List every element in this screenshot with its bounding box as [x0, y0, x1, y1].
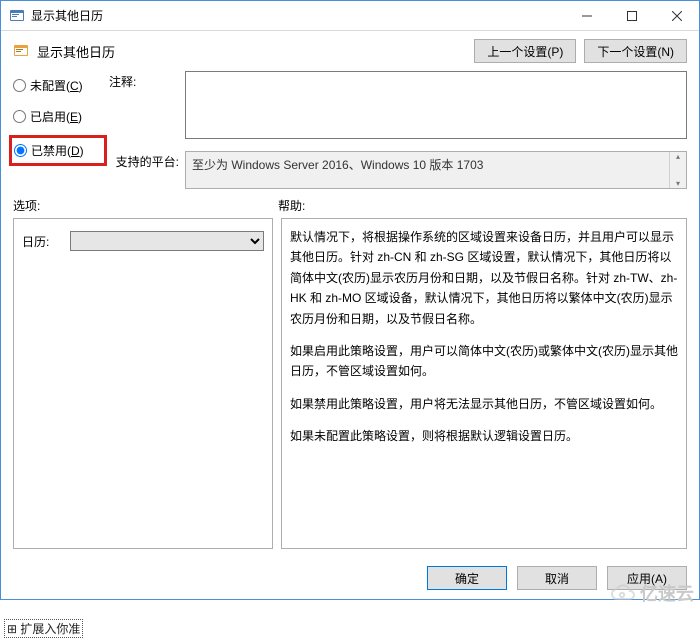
help-paragraph-1: 默认情况下，将根据操作系统的区域设置来设备日历，并且用户可以显示其他日历。针对 …: [290, 227, 678, 329]
policy-icon: [13, 43, 29, 59]
next-setting-button[interactable]: 下一个设置(N): [584, 39, 687, 63]
disabled-highlight-box: 已禁用(D): [9, 135, 107, 166]
radio-enabled-input[interactable]: [13, 110, 26, 123]
mid-labels: 选项: 帮助:: [1, 197, 699, 218]
titlebar: 显示其他日历: [1, 1, 699, 31]
apply-button[interactable]: 应用(A): [607, 566, 687, 590]
radio-enabled-label: 已启用(E): [30, 108, 82, 125]
state-radio-group: 未配置(C) 已启用(E) 已禁用(D): [13, 71, 105, 189]
calendar-option-row: 日历:: [22, 231, 264, 251]
supported-on-value-box: 至少为 Windows Server 2016、Windows 10 版本 17…: [185, 151, 687, 189]
previous-setting-button[interactable]: 上一个设置(P): [474, 39, 576, 63]
supported-on-text: 至少为 Windows Server 2016、Windows 10 版本 17…: [192, 158, 483, 172]
notes-row: 注释:: [109, 71, 687, 139]
policy-editor-window: 显示其他日历 显示其他日历 上一个设置(P) 下一个设置(N) 未配置(C): [0, 0, 700, 600]
supported-on-scrollbar[interactable]: ▴▾: [669, 152, 686, 188]
header-row: 显示其他日历 上一个设置(P) 下一个设置(N): [1, 31, 699, 71]
close-button[interactable]: [654, 1, 699, 31]
truncated-tree-item: ⊞ 扩展入你准: [4, 619, 83, 638]
radio-not-configured-input[interactable]: [13, 79, 26, 92]
maximize-button[interactable]: [609, 1, 654, 31]
radio-not-configured[interactable]: 未配置(C): [13, 77, 105, 94]
notes-textarea[interactable]: [185, 71, 687, 139]
top-right-column: 注释: 支持的平台: 至少为 Windows Server 2016、Windo…: [109, 71, 687, 189]
calendar-option-label: 日历:: [22, 233, 64, 250]
radio-disabled[interactable]: 已禁用(D): [14, 142, 98, 159]
help-section-label: 帮助:: [278, 197, 305, 214]
options-panel: 日历:: [13, 218, 273, 549]
notes-label: 注释:: [109, 71, 179, 90]
minimize-button[interactable]: [564, 1, 609, 31]
radio-disabled-input[interactable]: [14, 144, 27, 157]
help-paragraph-4: 如果未配置此策略设置，则将根据默认逻辑设置日历。: [290, 426, 678, 446]
radio-not-configured-label: 未配置(C): [30, 77, 83, 94]
supported-on-row: 支持的平台: 至少为 Windows Server 2016、Windows 1…: [109, 151, 687, 189]
options-section-label: 选项:: [13, 197, 278, 214]
lower-area: 日历: 默认情况下，将根据操作系统的区域设置来设备日历，并且用户可以显示其他日历…: [1, 218, 699, 557]
policy-title: 显示其他日历: [37, 42, 115, 61]
help-paragraph-3: 如果禁用此策略设置，用户将无法显示其他日历，不管区域设置如何。: [290, 394, 678, 414]
supported-on-label: 支持的平台:: [109, 151, 179, 170]
calendar-select[interactable]: [70, 231, 264, 251]
window-app-icon: [9, 8, 25, 24]
ok-button[interactable]: 确定: [427, 566, 507, 590]
top-area: 未配置(C) 已启用(E) 已禁用(D) 注释: 支持的平台: 至: [1, 71, 699, 197]
radio-enabled[interactable]: 已启用(E): [13, 108, 105, 125]
window-title: 显示其他日历: [31, 7, 103, 24]
help-paragraph-2: 如果启用此策略设置，用户可以简体中文(农历)或繁体中文(农历)显示其他日历，不管…: [290, 341, 678, 382]
dialog-footer: 确定 取消 应用(A): [1, 557, 699, 599]
radio-disabled-label: 已禁用(D): [31, 142, 84, 159]
help-panel: 默认情况下，将根据操作系统的区域设置来设备日历，并且用户可以显示其他日历。针对 …: [281, 218, 687, 549]
cancel-button[interactable]: 取消: [517, 566, 597, 590]
